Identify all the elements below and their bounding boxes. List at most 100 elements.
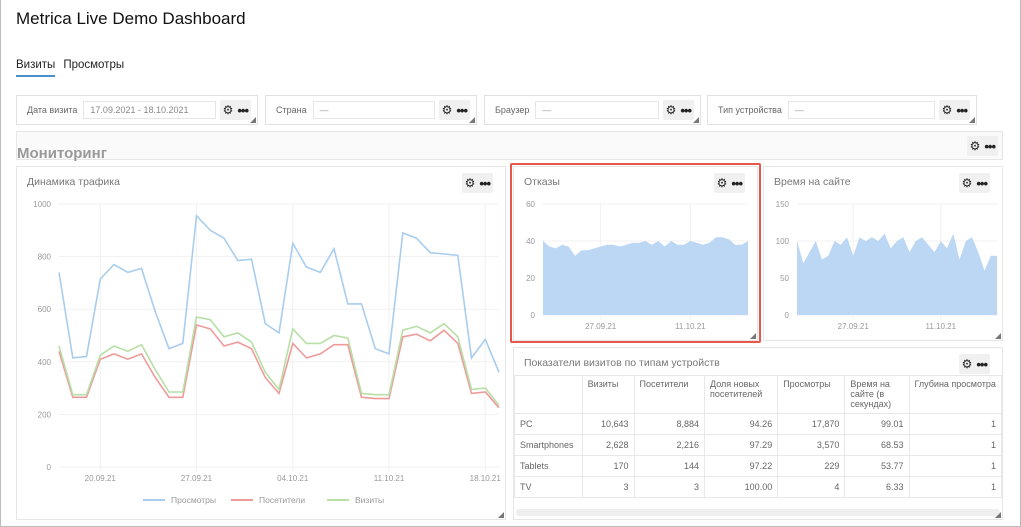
y-tick-label: 20 xyxy=(526,274,535,283)
series-line xyxy=(58,213,500,373)
y-tick-label: 0 xyxy=(785,311,790,320)
gear-icon[interactable]: ⚙ xyxy=(442,104,453,116)
x-tick-label: 11.10.21 xyxy=(925,322,956,331)
device-table-panel: Показатели визитов по типам устройств ⚙ … xyxy=(513,347,1003,520)
gear-icon[interactable]: ⚙ xyxy=(970,140,981,152)
filter-tools: ⚙ ••• xyxy=(438,100,470,120)
column-header[interactable]: Доля новых посетителей xyxy=(704,375,779,414)
table-cell: 17,870 xyxy=(777,413,846,435)
legend-label: Посетители xyxy=(259,495,305,505)
table-cell: 4 xyxy=(777,476,846,498)
y-tick-label: 0 xyxy=(531,311,536,320)
resize-handle-icon[interactable] xyxy=(250,117,256,123)
tab-visits[interactable]: Визиты xyxy=(16,59,56,77)
y-tick-label: 40 xyxy=(526,237,535,246)
row-label-cell: TV xyxy=(514,476,583,498)
resize-handle-icon[interactable] xyxy=(693,117,699,123)
tab-views[interactable]: Просмотры xyxy=(63,59,124,77)
table-cell: 8,884 xyxy=(633,413,706,435)
filter-tools: ⚙ ••• xyxy=(938,100,970,120)
legend-label: Визиты xyxy=(355,495,384,505)
x-tick-label: 27.09.21 xyxy=(838,322,870,331)
table-cell: 53.77 xyxy=(844,455,910,477)
resize-handle-icon[interactable] xyxy=(750,333,756,339)
filter-tools: ⚙ ••• xyxy=(219,100,251,120)
browser-input[interactable]: — xyxy=(535,101,659,119)
row-label-cell: PC xyxy=(514,413,583,435)
table-cell: 3 xyxy=(633,476,706,498)
more-dots-icon[interactable]: ••• xyxy=(956,104,968,117)
column-header[interactable] xyxy=(514,375,583,414)
legend-label: Просмотры xyxy=(171,495,216,505)
y-tick-label: 0 xyxy=(47,463,52,472)
table-cell: 100.00 xyxy=(704,476,779,498)
filter-visit-date: Дата визита 17.09.2021 - 18.10.2021 ⚙ ••… xyxy=(16,95,258,125)
table-cell: 6.33 xyxy=(844,476,910,498)
more-dots-icon[interactable]: ••• xyxy=(976,358,988,371)
bounces-area-chart: 0 20 40 60 27.09.21 11.10.21 xyxy=(526,200,748,331)
filter-device-type: Тип устройства — ⚙ ••• xyxy=(707,95,977,125)
gear-icon[interactable]: ⚙ xyxy=(942,104,953,116)
x-tick-label: 18.10.21 xyxy=(470,474,502,483)
gear-icon[interactable]: ⚙ xyxy=(962,358,973,370)
table-row: TV 3 3 100.00 4 6.33 1 xyxy=(514,476,1002,498)
table-cell: 229 xyxy=(777,455,846,477)
x-tick-label: 11.10.21 xyxy=(374,474,405,483)
x-tick-label: 27.09.21 xyxy=(181,474,213,483)
filter-label: Браузер xyxy=(495,105,530,115)
table-cell: 97.29 xyxy=(704,434,779,456)
series-line xyxy=(58,323,500,409)
resize-handle-icon[interactable] xyxy=(498,512,504,518)
column-header[interactable]: Посетители xyxy=(633,375,706,414)
panel-title: Показатели визитов по типам устройств xyxy=(524,357,720,369)
table-row: Smartphones 2,628 2,216 97.29 3,570 68.53 1 xyxy=(514,434,1002,456)
x-tick-label: 20.09.21 xyxy=(85,474,117,483)
more-dots-icon[interactable]: ••• xyxy=(237,104,249,117)
y-tick-label: 1000 xyxy=(33,200,51,209)
row-label-cell: Tablets xyxy=(514,455,583,477)
table-cell: 1 xyxy=(908,455,1002,477)
resize-handle-icon[interactable] xyxy=(995,512,1001,518)
more-dots-icon[interactable]: ••• xyxy=(680,104,692,117)
y-tick-label: 800 xyxy=(38,253,52,262)
gear-icon[interactable]: ⚙ xyxy=(223,104,234,116)
y-tick-label: 50 xyxy=(780,274,789,283)
y-tick-label: 400 xyxy=(38,358,52,367)
resize-handle-icon[interactable] xyxy=(969,117,975,123)
y-tick-label: 200 xyxy=(38,410,52,419)
y-tick-label: 100 xyxy=(776,237,790,246)
time-on-site-area-chart: 0 50 100 150 27.09.21 11.10.21 xyxy=(776,200,997,331)
table-row: PC 10,643 8,884 94.26 17,870 99.01 1 xyxy=(514,413,1002,435)
resize-handle-icon[interactable] xyxy=(995,333,1001,339)
visit-date-input[interactable]: 17.09.2021 - 18.10.2021 xyxy=(83,101,216,119)
filter-country: Страна — ⚙ ••• xyxy=(265,95,477,125)
device-type-input[interactable]: — xyxy=(787,101,935,119)
table-cell: 1 xyxy=(908,476,1002,498)
section-title: Мониторинг xyxy=(17,145,107,162)
column-header[interactable]: Визиты xyxy=(581,375,635,414)
table-cell: 2,216 xyxy=(633,434,706,456)
table-cell: 99.01 xyxy=(844,413,910,435)
table-cell: 3,570 xyxy=(777,434,846,456)
country-input[interactable]: — xyxy=(312,101,435,119)
more-dots-icon[interactable]: ••• xyxy=(984,140,996,153)
table-header-row: Визиты Посетители Доля новых посетителей… xyxy=(514,375,1002,414)
table-cell: 68.53 xyxy=(844,434,910,456)
table-cell: 2,628 xyxy=(581,434,635,456)
gear-icon[interactable]: ⚙ xyxy=(666,104,677,116)
column-header[interactable]: Время на сайте (в секундах) xyxy=(844,375,910,414)
app-title: Metrica Live Demo Dashboard xyxy=(16,9,246,28)
resize-handle-icon[interactable] xyxy=(469,117,475,123)
horizontal-scrollbar[interactable] xyxy=(516,509,1000,516)
table-cell: 94.26 xyxy=(704,413,779,435)
table-cell: 144 xyxy=(633,455,706,477)
column-header[interactable]: Просмотры xyxy=(777,375,846,414)
more-dots-icon[interactable]: ••• xyxy=(456,104,468,117)
tab-bar: Визиты Просмотры xyxy=(16,59,124,77)
table-row: Tablets 170 144 97.22 229 53.77 1 xyxy=(514,455,1002,477)
row-label-cell: Smartphones xyxy=(514,434,583,456)
monitoring-section-header: Мониторинг ⚙ ••• xyxy=(16,131,1003,162)
column-header[interactable]: Глубина просмотра xyxy=(908,375,1002,414)
table-cell: 1 xyxy=(908,434,1002,456)
filter-bar: Дата визита 17.09.2021 - 18.10.2021 ⚙ ••… xyxy=(16,95,1001,125)
